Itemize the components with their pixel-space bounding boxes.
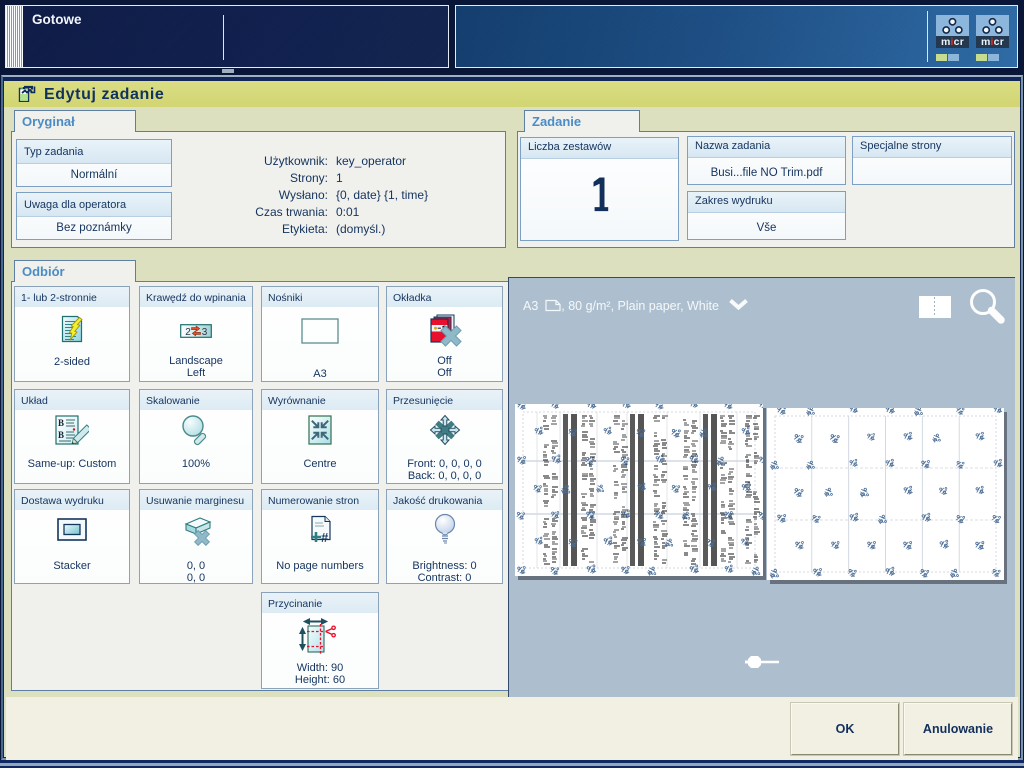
svg-text:#: # xyxy=(321,530,329,545)
svg-text:2: 2 xyxy=(185,327,191,338)
svg-text:B: B xyxy=(58,430,64,440)
svg-text:3: 3 xyxy=(202,327,208,338)
svg-text:B: B xyxy=(58,418,64,428)
